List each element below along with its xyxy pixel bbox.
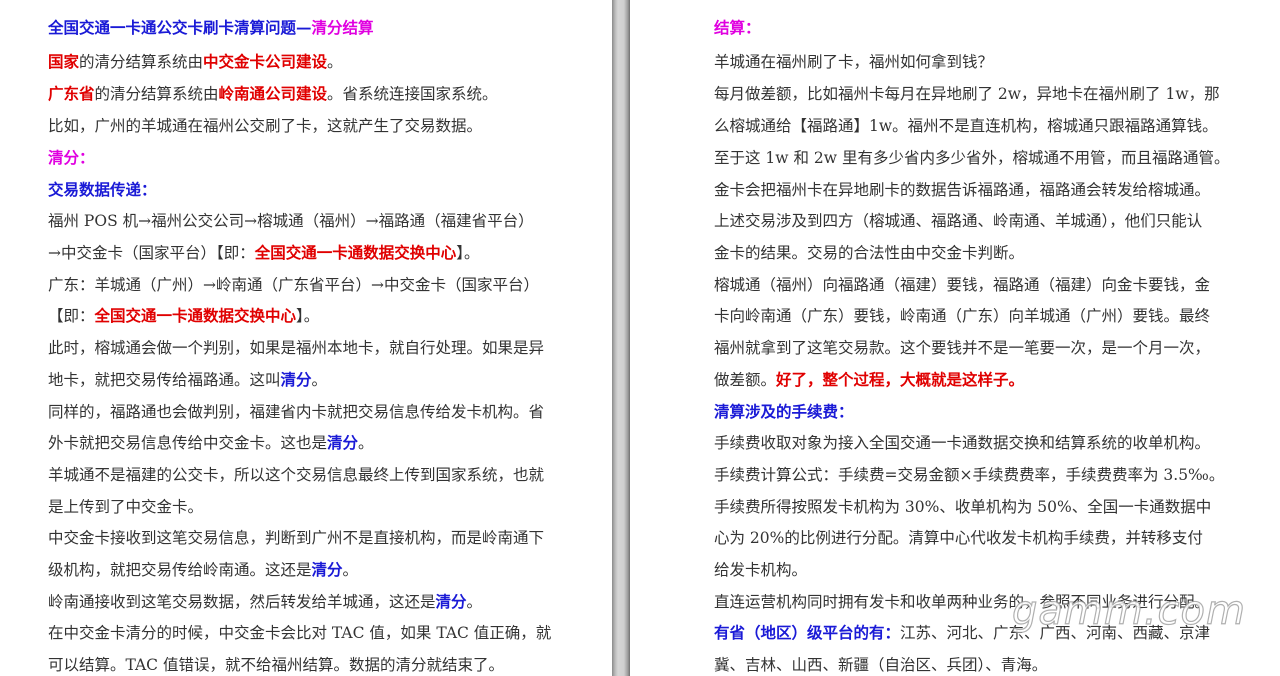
doc-line-3: 广东省的清分结算系统由岭南通公司建设。省系统连接国家系统。: [48, 84, 498, 103]
doc-line-18: 级机构，就把交易传给岭南通。这还是清分。: [48, 560, 359, 579]
subheading-fees: 清算涉及的手续费：: [714, 402, 854, 421]
doc-line-16: 是上传到了中交金卡。: [48, 498, 204, 516]
doc-line-9: 广东：羊城通（广州）→岭南通（广东省平台）→中交金卡（国家平台）: [48, 276, 539, 294]
doc-line-10: 【即：全国交通一卡通数据交换中心】。: [48, 306, 320, 325]
doc-line-19: 岭南通接收到这笔交易数据，然后转发给羊城通，这还是清分。: [48, 592, 483, 611]
subheading-data-transfer: 交易数据传递：: [48, 180, 157, 199]
document-page-right: 结算： 羊城通在福州刷了卡，福州如何拿到钱？ 每月做差额，比如福州卡每月在异地刷…: [630, 0, 1280, 676]
doc-line-12: 地卡，就把交易传给福路通。这叫清分。: [48, 370, 328, 389]
site-watermark: gamm.com: [1011, 587, 1246, 634]
doc-line-15: 羊城通不是福建的公交卡，所以这个交易信息最终上传到国家系统，也就: [48, 466, 545, 484]
doc-line-r12: 做差额。好了，整个过程，大概就是这样子。: [714, 370, 1025, 389]
doc-line-13: 同样的，福路通也会做判别，福建省内卡就把交易信息传给发卡机构。省: [48, 403, 545, 421]
doc-line-r10: 卡向岭南通（广东）要钱，岭南通（广东）向羊城通（广州）要钱。最终: [714, 307, 1211, 325]
section-heading-settlement: 结算：: [714, 18, 761, 37]
doc-line-4: 比如，广州的羊城通在福州公交刷了卡，这就产生了交易数据。: [48, 117, 483, 135]
doc-line-8: →中交金卡（国家平台）【即：全国交通一卡通数据交换中心】。: [48, 243, 480, 262]
doc-line-r21: 冀、吉林、山西、新疆（自治区、兵团）、青海。: [714, 656, 1048, 674]
doc-line-r16: 手续费所得按照发卡机构为 30%、收单机构为 50%、全国一卡通数据中: [714, 498, 1212, 516]
doc-line-r9: 榕城通（福州）向福路通（福建）要钱，福路通（福建）向金卡要钱，金: [714, 276, 1211, 294]
doc-line-r11: 福州就拿到了这笔交易款。这个要钱并不是一笔要一次，是一个月一次，: [714, 339, 1211, 357]
doc-line-r4: 么榕城通给【福路通】1w。福州不是直连机构，榕城通只跟福路通算钱。: [714, 117, 1218, 135]
doc-line-r15: 手续费计算公式：手续费=交易金额×手续费费率，手续费费率为 3.5‰。: [714, 466, 1225, 484]
doc-line-r2: 羊城通在福州刷了卡，福州如何拿到钱？: [714, 53, 994, 71]
doc-line-21: 可以结算。TAC 值错误，就不给福州结算。数据的清分就结束了。: [48, 656, 504, 674]
doc-line-11: 此时，榕城通会做一个判别，如果是福州本地卡，就自行处理。如果是异: [48, 339, 545, 357]
section-heading-clearing: 清分：: [48, 148, 95, 167]
doc-line-r3: 每月做差额，比如福州卡每月在异地刷了 2w，异地卡在福州刷了 1w，那: [714, 85, 1220, 103]
document-page-left: 全国交通一卡通公交卡刷卡清算问题—清分结算 国家的清分结算系统由中交金卡公司建设…: [0, 0, 612, 676]
doc-line-r8: 金卡的结果。交易的合法性由中交金卡判断。: [714, 244, 1025, 262]
doc-line-r5: 至于这 1w 和 2w 里有多少省内多少省外，榕城通不用管，而且福路通管。: [714, 149, 1230, 167]
doc-line-20: 在中交金卡清分的时候，中交金卡会比对 TAC 值，如果 TAC 值正确，就: [48, 624, 552, 642]
doc-line-r14: 手续费收取对象为接入全国交通一卡通数据交换和结算系统的收单机构。: [714, 434, 1211, 452]
doc-line-r18: 给发卡机构。: [714, 561, 808, 579]
doc-line-2: 国家的清分结算系统由中交金卡公司建设。: [48, 52, 343, 71]
doc-title: 全国交通一卡通公交卡刷卡清算问题—清分结算: [48, 18, 374, 37]
doc-line-r7: 上述交易涉及到四方（榕城通、福路通、岭南通、羊城通），他们只能认: [714, 212, 1203, 230]
doc-line-7: 福州 POS 机→福州公交公司→榕城通（福州）→福路通（福建省平台）: [48, 212, 534, 230]
doc-line-r17: 心为 20%的比例进行分配。清算中心代收发卡机构手续费，并转移支付: [714, 529, 1203, 547]
doc-line-17: 中交金卡接收到这笔交易信息，判断到广州不是直接机构，而是岭南通下: [48, 529, 545, 547]
doc-line-r6: 金卡会把福州卡在异地刷卡的数据告诉福路通，福路通会转发给榕城通。: [714, 181, 1211, 199]
doc-line-14: 外卡就把交易信息传给中交金卡。这也是清分。: [48, 433, 374, 452]
page-gutter: [612, 0, 630, 676]
